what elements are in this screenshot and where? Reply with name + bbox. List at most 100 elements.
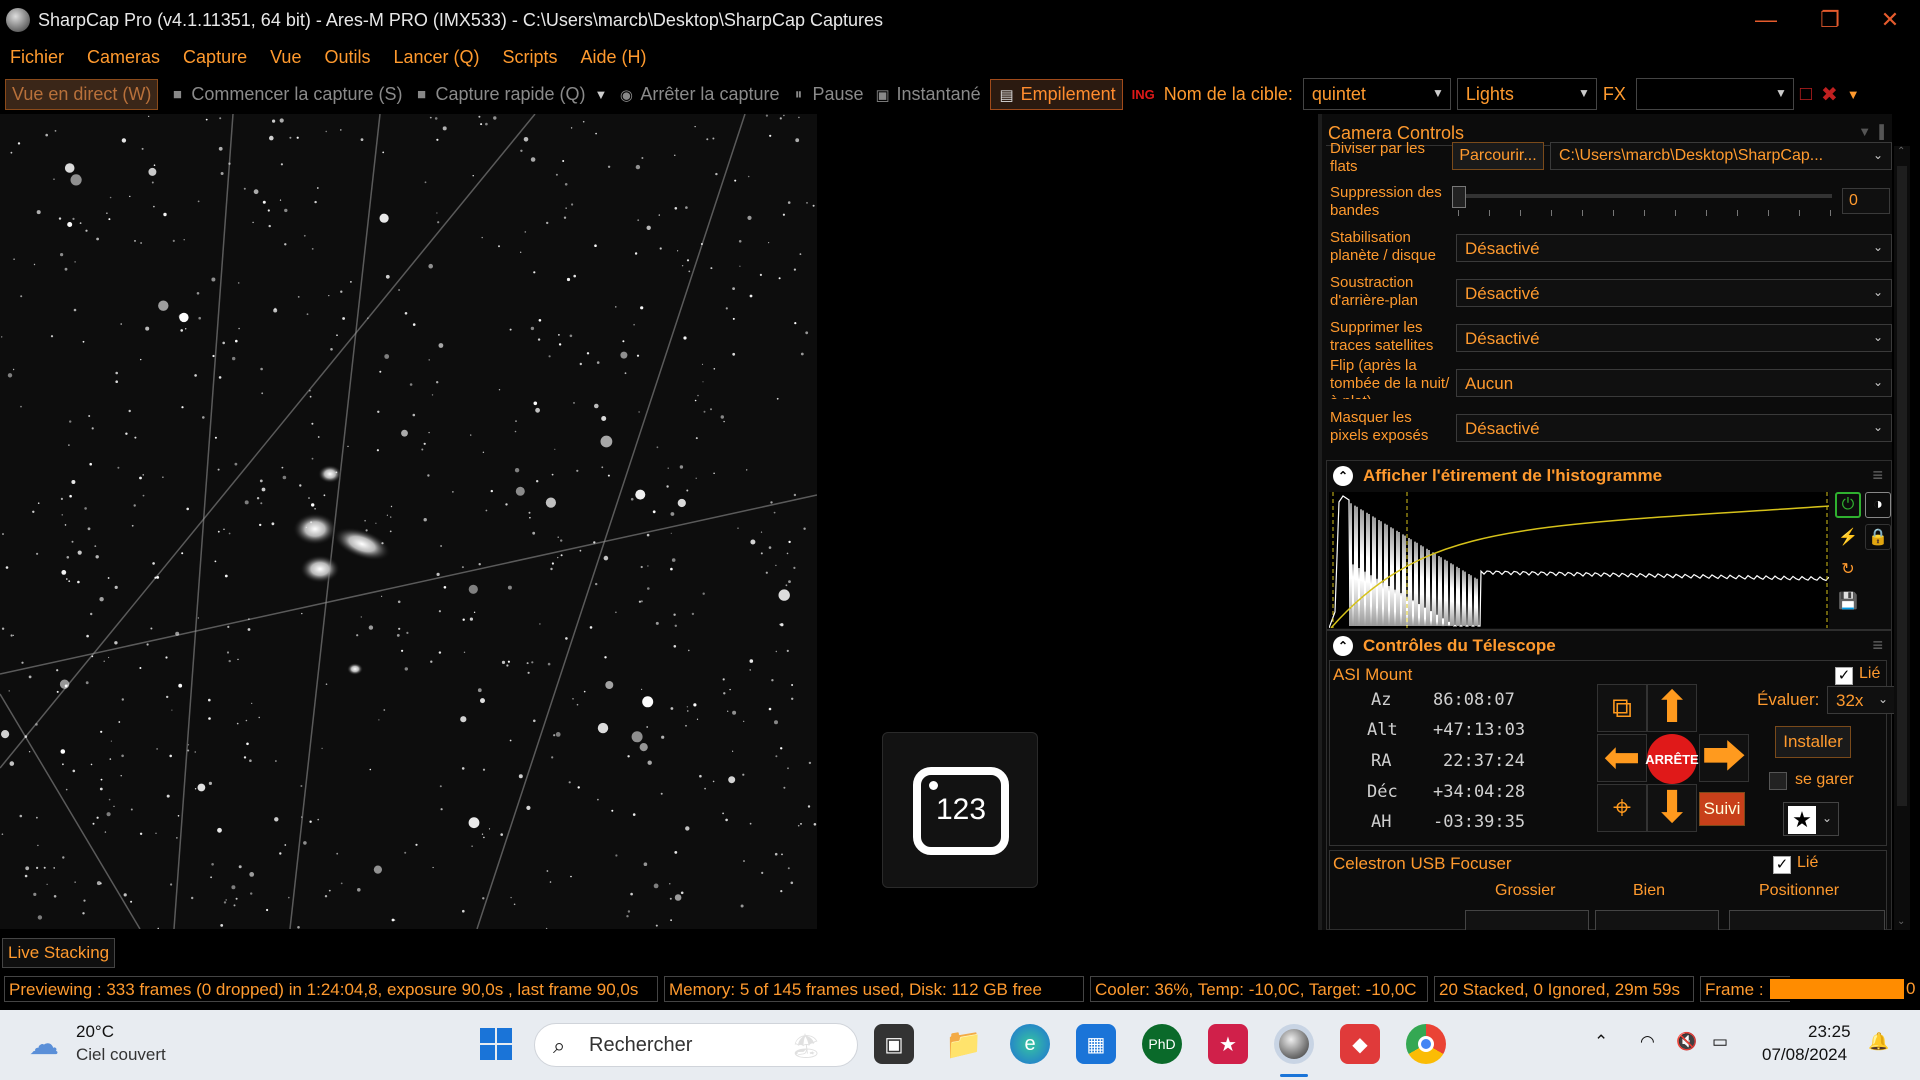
start-capture-button[interactable]: ■ Commencer la capture (S) [167,84,403,105]
battery-icon[interactable]: ▭ [1712,1032,1728,1052]
banding-slider-track[interactable] [1458,194,1832,198]
menu-scripts[interactable]: Scripts [503,47,558,68]
tracking-button[interactable]: Suivi [1699,792,1745,826]
toolbar-overflow-icon[interactable]: ▼ [1847,87,1860,102]
clock-date[interactable]: 07/08/2024 [1762,1045,1847,1065]
fx-combo[interactable]: ▼ [1635,78,1794,110]
weather-temp[interactable]: 20°C [76,1022,114,1042]
menu-tools[interactable]: Outils [324,47,370,68]
scroll-down-icon[interactable]: ⌄ [1897,916,1905,927]
clock-time[interactable]: 23:25 [1808,1022,1851,1042]
goto-icon[interactable]: ⧉ [1597,684,1647,732]
edge-browser-icon[interactable]: e [1010,1024,1050,1064]
wifi-icon[interactable]: ◠ [1640,1032,1655,1052]
mount-linked-checkbox[interactable]: ✓ [1835,667,1853,685]
satellite-trails-dropdown[interactable]: Désactivé ⌄ [1456,324,1892,352]
crosshair-icon[interactable]: ⌖ [1597,784,1647,832]
tray-overflow-icon[interactable]: ⌃ [1594,1032,1608,1052]
rate-dropdown[interactable]: 32x ⌄ [1827,686,1897,714]
mask-pixels-dropdown[interactable]: Désactivé ⌄ [1456,414,1892,442]
focuser-fine-button[interactable] [1595,910,1719,930]
stop-button[interactable]: ARRÊTE [1645,734,1699,784]
menu-cameras[interactable]: Cameras [87,47,160,68]
install-button[interactable]: Installer [1775,726,1851,758]
speaker-muted-icon[interactable]: 🔇 [1676,1032,1697,1052]
banding-slider-handle[interactable] [1452,186,1466,208]
pin-icon[interactable]: ▼ ▐ [1858,124,1884,139]
minimize-icon[interactable]: — [1736,0,1796,40]
reset-icon[interactable]: ↻ [1835,556,1861,582]
notification-bell-icon[interactable]: 🔔 [1868,1032,1889,1052]
reticle-icon[interactable]: □ [1800,83,1812,106]
crosshair-icon[interactable]: ✖ [1821,82,1838,107]
windows-start-icon[interactable] [476,1024,516,1064]
park-checkbox[interactable] [1769,772,1787,790]
mask-pixels-value: Désactivé [1465,419,1540,438]
banding-value-input[interactable]: 0 [1842,188,1890,214]
star-dropdown[interactable]: ★ ⌄ [1783,802,1839,836]
save-icon[interactable]: 💾 [1835,588,1861,614]
anydesk-icon[interactable]: ◆ [1340,1024,1380,1064]
pause-button[interactable]: ⏸ Pause [788,84,864,105]
lock-icon[interactable]: 🔒 [1865,524,1891,550]
file-explorer-icon[interactable]: 📁 [944,1024,984,1064]
histogram-section-header[interactable]: ⌃ Afficher l'étirement de l'histogramme … [1326,460,1892,490]
browse-button[interactable]: Parcourir... [1452,142,1544,170]
snapshot-button[interactable]: ▣ Instantané [873,84,980,105]
window-title: SharpCap Pro (v4.1.11351, 64 bit) - Ares… [38,9,883,30]
telescope-section-header[interactable]: ⌃ Contrôles du Télescope ≡ [1326,630,1892,660]
power-icon[interactable]: ⏻ [1835,492,1861,518]
task-view-icon[interactable]: ▣ [874,1024,914,1064]
stop-capture-button[interactable]: ◉ Arrêter la capture [616,84,780,105]
menu-view[interactable]: Vue [270,47,301,68]
panel-scrollbar[interactable]: ⌃ ⌄ [1894,146,1910,930]
stacking-button[interactable]: ▤ Empilement [989,78,1123,110]
lightning-icon[interactable]: ⚡ [1835,524,1861,550]
menu-file[interactable]: Fichier [10,47,64,68]
hamburger-icon[interactable]: ≡ [1872,465,1883,486]
taskbar-search[interactable]: ⌕ Rechercher 🏖 [534,1023,858,1067]
camera-icon: ■ [172,86,182,103]
move-west-button[interactable]: ⬅ [1597,734,1647,782]
weather-cloud-icon[interactable]: ☁ [22,1024,66,1064]
live-view-button[interactable]: Vue en direct (W) [5,78,159,110]
menu-help[interactable]: Aide (H) [581,47,647,68]
restore-icon[interactable]: ❐ [1800,0,1860,40]
astro-app-icon[interactable]: ★ [1208,1024,1248,1064]
live-image-view[interactable] [0,114,817,929]
move-north-button[interactable]: ⬆ [1647,684,1697,732]
ing-icon[interactable]: ING [1132,87,1155,102]
stabilisation-dropdown[interactable]: Désactivé ⌄ [1456,234,1892,262]
menu-capture[interactable]: Capture [183,47,247,68]
chrome-icon[interactable] [1406,1024,1446,1064]
histogram-chart[interactable] [1329,492,1829,628]
contrast-icon[interactable]: ◑ [1865,492,1891,518]
microsoft-store-icon[interactable]: ▦ [1076,1024,1116,1064]
scroll-up-icon[interactable]: ⌃ [1897,146,1905,157]
weather-desc[interactable]: Ciel couvert [76,1045,166,1065]
move-south-button[interactable]: ⬇ [1647,784,1697,832]
target-name-combo[interactable]: quintet ▼ [1302,78,1451,110]
focuser-linked-checkbox[interactable]: ✓ [1773,856,1791,874]
quick-capture-dropdown[interactable]: ▼ [595,87,608,102]
flip-dropdown[interactable]: Aucun ⌄ [1456,369,1892,397]
sharpcap-taskbar-icon[interactable] [1274,1024,1314,1064]
close-icon[interactable]: ✕ [1860,0,1920,40]
collapse-icon[interactable]: ⌃ [1333,466,1353,486]
collapse-icon[interactable]: ⌃ [1333,636,1353,656]
quick-capture-button[interactable]: ■ Capture rapide (Q) [411,84,586,105]
hamburger-icon[interactable]: ≡ [1872,635,1883,656]
coord-value-dec: +34:04:28 [1433,782,1526,802]
focuser-coarse-button[interactable] [1465,910,1589,930]
move-east-button[interactable]: ⮕ [1699,734,1749,782]
phd-guiding-icon[interactable]: PhD [1142,1024,1182,1064]
frame-type-combo[interactable]: Lights ▼ [1456,78,1597,110]
focuser-coarse-header: Grossier [1495,882,1556,899]
menu-launch[interactable]: Lancer (Q) [393,47,479,68]
flats-path-combo[interactable]: C:\Users\marcb\Desktop\SharpCap... ⌄ [1550,142,1892,170]
telescope-controls-box: ASI Mount ✓ Lié Az 86:08:07 Alt +47:13:0… [1326,660,1897,930]
live-stacking-tab[interactable]: Live Stacking [2,938,116,968]
background-subtraction-dropdown[interactable]: Désactivé ⌄ [1456,279,1892,307]
focuser-position-input[interactable] [1729,910,1885,930]
scrollbar-thumb[interactable] [1897,166,1907,806]
